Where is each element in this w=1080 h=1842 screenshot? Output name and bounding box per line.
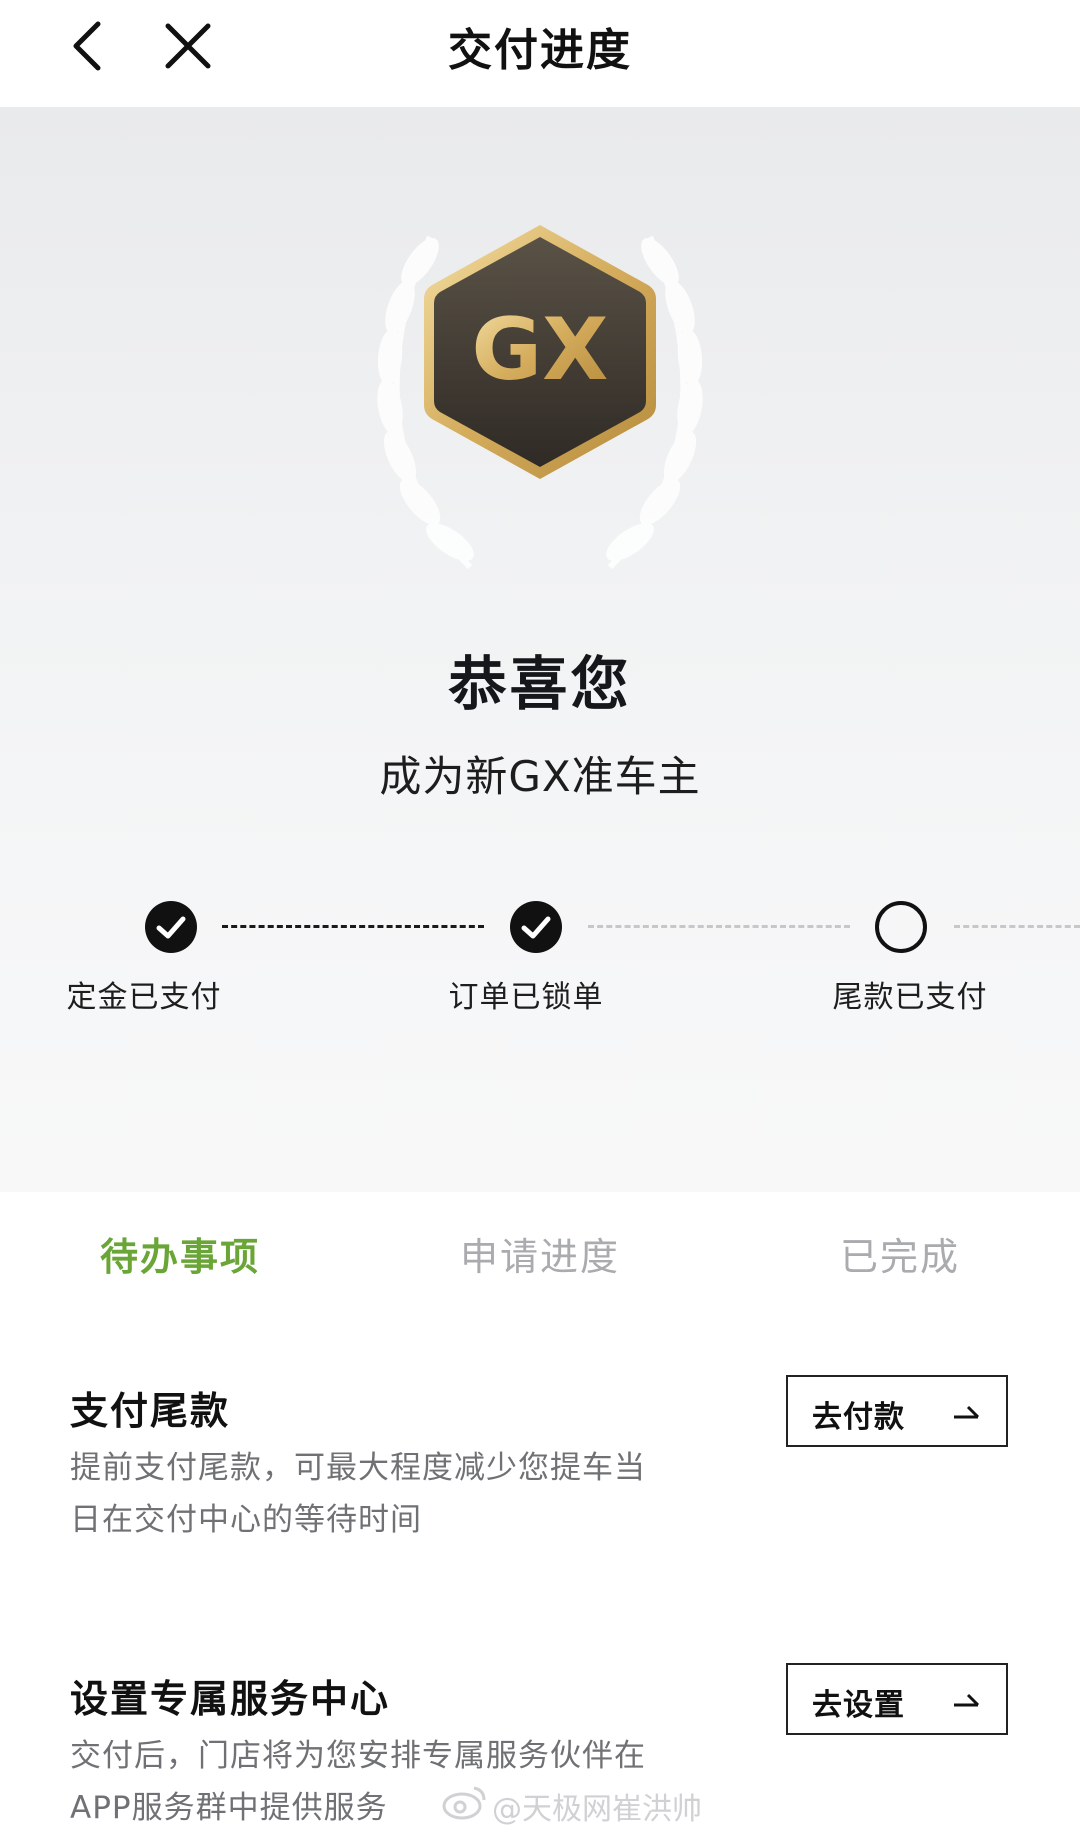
task-title: 支付尾款 xyxy=(70,1389,231,1433)
arrow-right-icon xyxy=(954,1405,980,1419)
progress-line-pending xyxy=(954,925,1080,928)
tab-todo[interactable]: 待办事项 xyxy=(30,1226,330,1281)
pay-now-label: 去付款 xyxy=(812,1400,905,1435)
tab-application-progress[interactable]: 申请进度 xyxy=(390,1226,690,1281)
step-pending-icon xyxy=(875,901,927,953)
congrats-subtitle: 成为新GX准车主 xyxy=(379,752,701,801)
step-check-icon xyxy=(510,901,562,953)
setup-button[interactable]: 去设置 xyxy=(786,1663,1008,1735)
hero-section: GX 恭喜您 成为新GX准车主 xyxy=(0,107,1080,1192)
task-description: 提前支付尾款，可最大程度减少您提车当 日在交付中心的等待时间 xyxy=(70,1450,646,1538)
step-label-final-payment: 尾款已支付 xyxy=(832,980,988,1015)
svg-text:GX: GX xyxy=(472,300,609,400)
watermark-text: @天极网崔洪帅 xyxy=(492,1792,702,1827)
page-title: 交付进度 xyxy=(448,25,632,76)
step-check-icon xyxy=(145,901,197,953)
task-title: 设置专属服务中心 xyxy=(70,1677,391,1721)
arrow-right-icon xyxy=(954,1693,980,1707)
weibo-icon xyxy=(442,1786,486,1820)
step-label-deposit: 定金已支付 xyxy=(66,980,222,1015)
gx-badge-icon: GX xyxy=(424,225,656,479)
progress-line-pending xyxy=(588,925,850,928)
progress-line-done xyxy=(222,925,484,928)
step-label-order: 订单已锁单 xyxy=(448,980,604,1015)
pay-now-button[interactable]: 去付款 xyxy=(786,1375,1008,1447)
setup-label: 去设置 xyxy=(812,1688,905,1723)
congrats-heading: 恭喜您 xyxy=(448,650,632,718)
tab-completed[interactable]: 已完成 xyxy=(750,1226,1050,1281)
top-bar: 交付进度 xyxy=(0,0,1080,107)
